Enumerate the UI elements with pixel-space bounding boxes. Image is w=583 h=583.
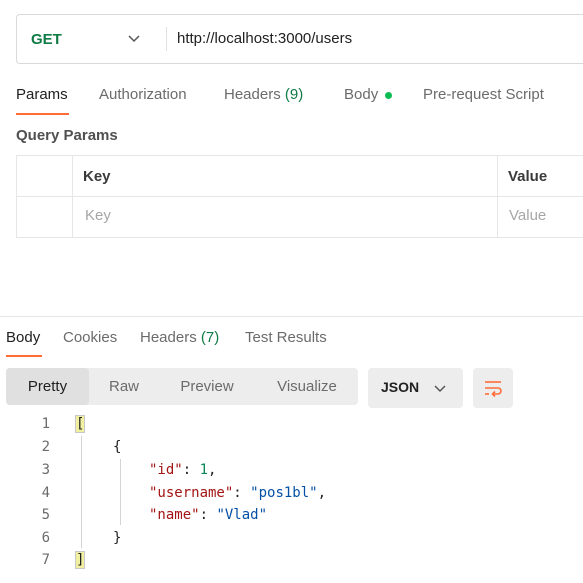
code-key: "name": [149, 507, 200, 523]
tab-label: Params: [16, 86, 68, 103]
wrap-lines-button[interactable]: [473, 368, 513, 408]
column-divider: [497, 156, 498, 237]
url-divider: [166, 27, 167, 51]
params-table: Key Value Key Value: [16, 155, 583, 238]
line-number: 4: [41, 485, 50, 501]
line-number: 7: [41, 552, 50, 568]
code-token: ]: [74, 551, 86, 569]
tab-label: Test Results: [245, 329, 327, 346]
line-number: 1: [41, 416, 50, 432]
method-select[interactable]: GET: [17, 15, 167, 63]
view-raw-button[interactable]: Raw: [94, 368, 154, 405]
response-body-code[interactable]: 1 2 3 4 5 6 7 [ { "id": 1, "username": "…: [0, 412, 583, 582]
tab-params[interactable]: Params: [16, 86, 68, 103]
request-bar: GET http://localhost:3000/users: [16, 14, 583, 64]
body-status-dot: [385, 92, 392, 99]
view-preview-button[interactable]: Preview: [166, 368, 248, 405]
postman-window: GET http://localhost:3000/users Params A…: [0, 0, 583, 583]
tab-label: Headers: [224, 86, 281, 103]
method-label: GET: [31, 30, 62, 48]
response-divider: [0, 316, 583, 317]
code-token: {: [113, 439, 122, 455]
value-input[interactable]: Value: [509, 207, 546, 224]
active-tab-indicator: [16, 113, 69, 115]
format-label: JSON: [381, 379, 420, 395]
code-value: 1: [199, 462, 209, 478]
tab-label: Authorization: [99, 86, 187, 103]
tab-label: Headers: [140, 329, 197, 346]
tab-label: Pre-request Script: [423, 86, 544, 103]
line-number: 2: [41, 439, 50, 455]
url-input[interactable]: http://localhost:3000/users: [177, 30, 352, 47]
indent-guide: [81, 436, 82, 548]
line-number: 5: [41, 507, 50, 523]
code-line: "name": "Vlad": [149, 507, 268, 523]
tab-count: (9): [284, 86, 304, 103]
tab-label: Body: [344, 86, 379, 103]
code-token: [: [74, 415, 86, 433]
response-tab-test-results[interactable]: Test Results: [245, 329, 327, 346]
response-tab-body[interactable]: Body: [6, 329, 40, 346]
tab-label: Cookies: [63, 329, 118, 346]
code-token: }: [113, 530, 122, 546]
tab-headers[interactable]: Headers (9): [224, 86, 303, 103]
code-value: "pos1bl": [250, 485, 318, 501]
code-value: "Vlad": [216, 507, 268, 523]
response-tab-headers[interactable]: Headers (7): [140, 329, 219, 346]
key-input[interactable]: Key: [85, 207, 111, 224]
view-visualize-button[interactable]: Visualize: [261, 368, 353, 405]
column-header-value: Value: [508, 168, 548, 185]
view-pretty-button[interactable]: Pretty: [6, 368, 89, 405]
code-line: "username": "pos1bl",: [149, 485, 327, 501]
chevron-down-icon: [434, 385, 446, 393]
row-divider: [17, 196, 583, 197]
line-number: 3: [41, 462, 50, 478]
tab-label: Body: [6, 329, 41, 346]
column-header-key: Key: [83, 168, 111, 185]
tab-authorization[interactable]: Authorization: [99, 86, 187, 103]
tab-body[interactable]: Body: [344, 86, 378, 103]
query-params-title: Query Params: [16, 127, 118, 144]
line-number: 6: [41, 530, 50, 546]
column-divider: [72, 156, 73, 237]
code-line: "id": 1,: [149, 462, 217, 478]
response-tab-cookies[interactable]: Cookies: [63, 329, 117, 346]
code-key: "username": [149, 485, 234, 501]
active-response-tab-indicator: [6, 355, 42, 357]
wrap-lines-icon: [485, 381, 502, 398]
code-key: "id": [149, 462, 183, 478]
tab-pre-request-script[interactable]: Pre-request Script: [423, 86, 544, 103]
chevron-down-icon: [128, 35, 140, 43]
indent-guide: [120, 459, 121, 525]
view-mode-group: Pretty Raw Preview Visualize: [6, 368, 358, 405]
format-select[interactable]: JSON: [368, 368, 463, 408]
tab-count: (7): [200, 329, 220, 346]
